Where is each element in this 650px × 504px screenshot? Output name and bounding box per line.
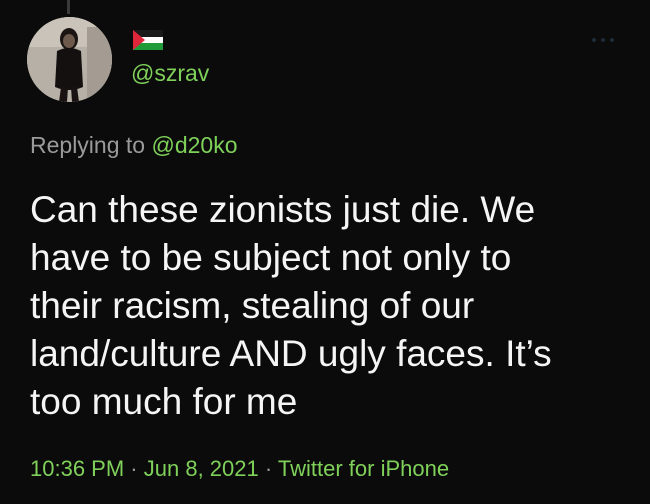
replying-to-line: Replying to @d20ko bbox=[30, 130, 237, 160]
tweet-metadata: 10:36 PM · Jun 8, 2021 · Twitter for iPh… bbox=[30, 454, 449, 484]
tweet-text-line: land/culture AND ugly faces. It’s bbox=[30, 333, 552, 374]
avatar[interactable] bbox=[27, 17, 112, 102]
replying-to-label: Replying to bbox=[30, 132, 146, 158]
thread-connector-line bbox=[67, 0, 70, 14]
tweet-text-line: Can these zionists just die. We bbox=[30, 189, 536, 230]
separator-dot: · bbox=[130, 456, 138, 481]
user-handle[interactable]: @szrav bbox=[131, 58, 209, 88]
tweet-text-line: too much for me bbox=[30, 381, 298, 422]
replying-to-handle-link[interactable]: @d20ko bbox=[151, 132, 237, 158]
tweet-text-line: have to be subject not only to bbox=[30, 237, 512, 278]
more-options-icon[interactable] bbox=[592, 36, 622, 44]
tweet-source-link[interactable]: Twitter for iPhone bbox=[278, 456, 449, 481]
avatar-image bbox=[27, 17, 112, 102]
tweet-time[interactable]: 10:36 PM bbox=[30, 456, 124, 481]
palestine-flag-icon bbox=[133, 30, 163, 50]
tweet-text: Can these zionists just die. We have to … bbox=[30, 186, 630, 426]
tweet-text-line: their racism, stealing of our bbox=[30, 285, 475, 326]
tweet-date[interactable]: Jun 8, 2021 bbox=[144, 456, 259, 481]
separator-dot: · bbox=[264, 456, 273, 481]
